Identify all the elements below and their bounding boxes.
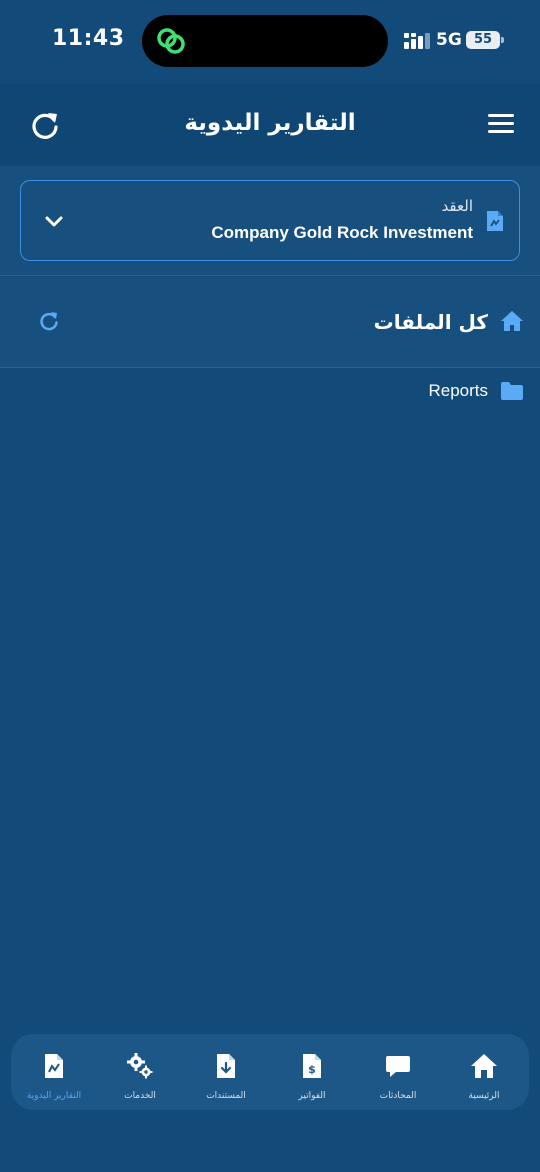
nav-item-chats[interactable]: المحادثات <box>355 1034 441 1110</box>
app-header: التقارير اليدوية <box>0 84 540 166</box>
folder-name: Reports <box>428 381 488 400</box>
contract-label: العقد <box>441 197 473 215</box>
nav-label: التقارير اليدوية <box>26 1091 82 1101</box>
signal-icon <box>404 33 430 49</box>
chat-icon <box>386 1056 410 1077</box>
contract-section: العقد Company Gold Rock Investment <box>0 166 540 276</box>
network-type: 5G <box>436 30 462 50</box>
nav-item-invoices[interactable]: $ الفواتير <box>269 1034 355 1110</box>
page-title: التقارير اليدوية <box>184 110 356 136</box>
folder-icon <box>501 382 523 400</box>
list-item[interactable]: Reports <box>0 370 540 414</box>
link-app-icon <box>157 28 185 54</box>
status-bar: 11:43 5G 55 <box>0 0 540 84</box>
refresh-files-icon[interactable] <box>38 310 60 332</box>
chevron-down-icon <box>45 216 63 227</box>
nav-item-services[interactable]: الخدمات <box>97 1034 183 1110</box>
hamburger-menu-icon[interactable] <box>486 110 516 136</box>
document-download-icon <box>217 1054 235 1078</box>
dynamic-island <box>142 15 388 67</box>
contract-dropdown[interactable]: العقد Company Gold Rock Investment <box>20 180 520 261</box>
invoice-icon: $ <box>303 1054 321 1078</box>
nav-label: الرئيسية <box>468 1091 500 1101</box>
nav-label: المستندات <box>206 1091 246 1101</box>
nav-item-home[interactable]: الرئيسية <box>441 1034 527 1110</box>
contract-value: Company Gold Rock Investment <box>211 223 473 242</box>
home-icon[interactable] <box>500 310 524 332</box>
status-time: 11:43 <box>52 26 125 51</box>
bottom-navigation: التقارير اليدوية الخدمات المستندات $ الف… <box>11 1034 529 1110</box>
gears-icon <box>127 1053 153 1079</box>
nav-label: الفواتير <box>298 1091 326 1101</box>
nav-label: المحادثات <box>379 1091 417 1101</box>
breadcrumb-all-files[interactable]: كل الملفات <box>374 310 488 334</box>
nav-item-documents[interactable]: المستندات <box>183 1034 269 1110</box>
nav-label: الخدمات <box>124 1091 156 1101</box>
home-icon <box>471 1054 497 1078</box>
report-icon <box>45 1054 63 1078</box>
contract-file-icon <box>487 211 503 231</box>
svg-text:$: $ <box>308 1063 316 1076</box>
battery-tip <box>501 37 504 43</box>
breadcrumb: كل الملفات <box>0 277 540 368</box>
nav-item-manual-reports[interactable]: التقارير اليدوية <box>11 1034 97 1110</box>
battery-level: 55 <box>466 31 500 49</box>
